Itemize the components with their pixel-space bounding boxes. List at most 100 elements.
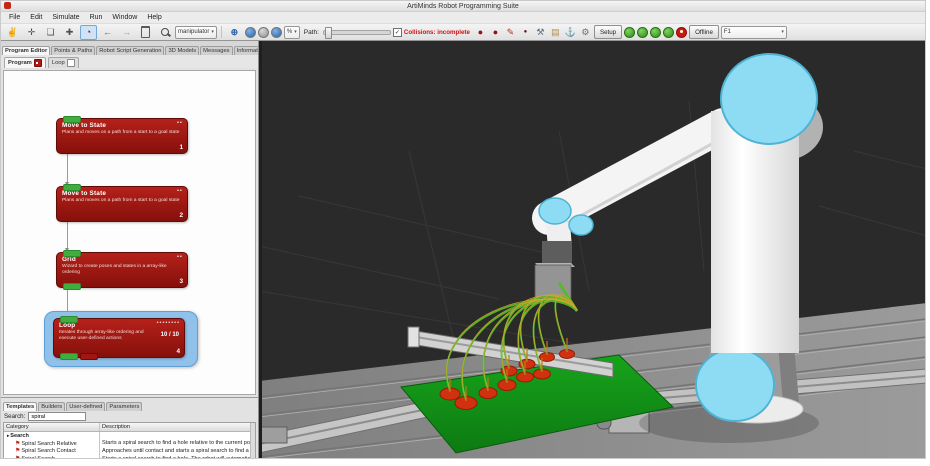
record-red-icon-2[interactable]: ● [489,26,502,39]
pan-hand-icon[interactable]: ✌ [4,25,21,40]
open-folder-icon[interactable]: ❏ [42,25,59,40]
title-bar: ArtiMinds Robot Programming Suite [1,1,925,12]
app-icon [4,2,11,9]
status-green-3 [650,27,661,38]
tool-select[interactable]: manipulator▾ [175,26,217,39]
path-slider[interactable] [323,30,391,35]
menu-edit[interactable]: Edit [25,14,47,21]
robot-upper-arm [711,111,799,353]
block-title: Move to State [62,190,182,197]
window-title: ArtiMinds Robot Programming Suite [407,3,519,10]
table-row[interactable]: ⚑Spiral Search Starts a spiral search to… [4,455,255,459]
3d-scene[interactable] [259,41,925,459]
group-label: Search [10,433,29,439]
small-red-dot-icon[interactable]: ● [519,26,532,39]
setup-button[interactable]: Setup [594,25,622,39]
tab-parameters[interactable]: Parameters [106,402,142,411]
tab-points-paths[interactable]: Points & Paths [51,46,95,55]
search-row: Search: [1,411,258,422]
box-icon[interactable]: ▤ [549,26,562,39]
block-move-to-state-2[interactable]: Move to State Plans and moves on a path … [56,186,188,222]
table-scrollbar[interactable] [250,423,255,459]
view-sphere-icon-3[interactable] [271,27,282,38]
template-description: Starts a spiral search to find a hole. T… [100,455,255,459]
menu-window[interactable]: Window [107,14,142,21]
toolbar-separator [221,26,222,38]
undo-icon[interactable]: ← [99,25,116,40]
block-number: 1 [179,144,183,151]
tab-robot-script-generation[interactable]: Robot Script Generation [96,46,164,55]
collisions-checkbox[interactable]: ✓ [393,28,402,37]
expand-triangle-icon[interactable]: ▸ [7,433,9,438]
tools-icon[interactable]: ⚒ [534,26,547,39]
slider-handle[interactable] [325,27,332,39]
offline-button[interactable]: Offline [689,25,719,39]
column-description[interactable]: Description [100,423,255,431]
robot-shoulder-cyan-cap [721,54,817,144]
tab-messages[interactable]: Messages [200,46,232,55]
anchor-icon[interactable]: ⚓ [564,26,577,39]
block-loop[interactable]: Loop Iterates through array-like orderin… [53,318,185,358]
globe-icon[interactable]: ⊕ [226,25,243,40]
block-description: Wizard to create poses and states in a a… [62,264,182,277]
view-sphere-icon-2[interactable] [258,27,269,38]
block-description: Iterates through array-like ordering and… [59,330,145,343]
search-tool-icon[interactable] [156,25,173,40]
tab-builders[interactable]: Builders [38,402,65,411]
column-category[interactable]: Category [4,423,100,431]
tab-information[interactable]: Information [234,46,258,55]
gear-icon[interactable]: ⚙ [579,26,592,39]
app-window: ArtiMinds Robot Programming Suite File E… [0,0,926,459]
search-input[interactable] [28,412,86,421]
status-green-2 [637,27,648,38]
move-icon[interactable]: ✛ [23,25,40,40]
panel-tab-bar: Program Editor Points & Paths Robot Scri… [1,41,258,55]
block-grid[interactable]: Grid Wizard to create poses and states i… [56,252,188,288]
delete-icon[interactable] [137,25,154,40]
redo-icon[interactable]: → [118,25,135,40]
edit-pen-icon[interactable]: ✎ [504,26,517,39]
connector-line [67,154,68,186]
block-notch-red [80,353,98,360]
block-move-to-state-1[interactable]: Move to State Plans and moves on a path … [56,118,188,154]
add-icon[interactable]: ✚ [61,25,78,40]
block-notch [60,353,78,360]
tab-program[interactable]: Program [4,57,46,68]
menu-run[interactable]: Run [85,14,108,21]
loop-tab-icon [67,59,75,67]
path-label: Path: [304,29,319,36]
menu-help[interactable]: Help [142,14,166,21]
view-sphere-icon-1[interactable] [245,27,256,38]
status-green-1 [624,27,635,38]
program-error-icon [34,59,42,67]
status-green-4 [663,27,674,38]
connector-line [67,222,68,252]
table-header[interactable]: Category Description [4,423,255,432]
record-red-icon-1[interactable]: ● [474,26,487,39]
block-description: Plans and moves on a path from a start t… [62,198,182,204]
magnifier-icon [161,28,169,36]
3d-viewport[interactable] [259,41,925,459]
template-flag-icon: ⚑ [15,456,20,459]
menu-simulate[interactable]: Simulate [47,14,84,21]
block-description: Plans and moves on a path from a start t… [62,130,182,136]
loop-counter: 10 / 10 [161,332,179,338]
block-number: 3 [179,278,183,285]
chevron-down-icon: ▾ [211,29,214,35]
tab-user-defined[interactable]: User-defined [66,402,105,411]
trash-icon [141,26,150,38]
menu-file[interactable]: File [4,14,25,21]
collisions-label: Collisions: incomplete [404,29,470,36]
tab-program-editor[interactable]: Program Editor [2,46,50,55]
block-title: Grid [62,256,182,263]
search-label: Search: [4,413,25,420]
menu-bar: File Edit Simulate Run Window Help [1,12,925,24]
tab-templates[interactable]: Templates [3,402,37,411]
robot-select[interactable]: F1▾ [721,26,787,39]
block-number: 2 [179,212,183,219]
tab-loop[interactable]: Loop [48,57,79,68]
program-canvas[interactable]: Move to State Plans and moves on a path … [3,70,256,395]
tab-3d-models[interactable]: 3D Models [165,46,199,55]
zoom-select[interactable]: %▾ [284,26,300,39]
gauge-icon[interactable]: ◔ [80,25,97,40]
